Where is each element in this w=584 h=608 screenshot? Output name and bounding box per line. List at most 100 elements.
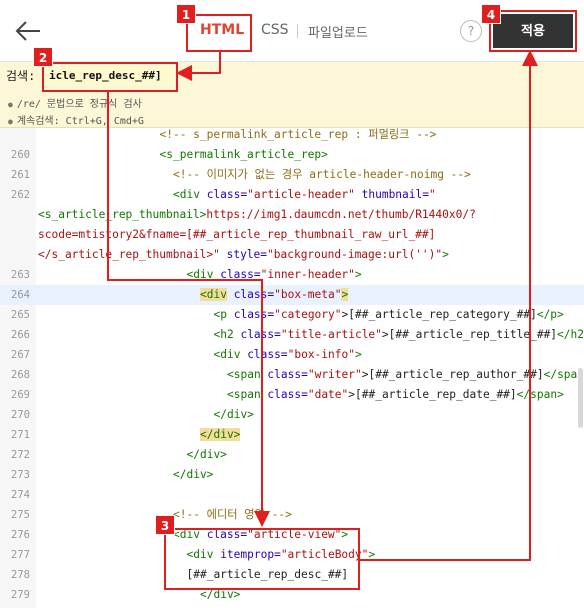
code-text: scode=mtistory2&fname=[##_article_rep_th… (38, 225, 435, 245)
code-token: "date" (307, 388, 349, 401)
code-token: </div> (186, 448, 227, 461)
code-token: scode=mtistory2&fname=[##_article_rep_th… (38, 228, 436, 241)
code-line[interactable]: scode=mtistory2&fname=[##_article_rep_th… (0, 225, 584, 245)
code-text: </div> (173, 465, 213, 485)
code-line[interactable]: </s_article_rep_thumbnail>" style="backg… (0, 245, 584, 265)
line-number: 263 (11, 269, 30, 281)
code-token: > (354, 268, 362, 281)
code-token: <h2 (213, 328, 241, 341)
code-token: <!-- 에디터 영역 --> (173, 508, 292, 521)
code-line[interactable]: <!-- s_permalink_article_rep : 퍼멀링크 --> (0, 128, 584, 145)
search-label: 검색: (6, 69, 36, 83)
line-number: 275 (11, 509, 30, 521)
line-number: 269 (11, 389, 30, 401)
code-token: >[##_article_rep_category_##] (341, 308, 537, 321)
hint-regex: ●/re/ 문법으로 정규식 검사 (8, 95, 142, 110)
step-badge-1: 1 (176, 4, 196, 24)
line-number: 272 (11, 449, 30, 461)
code-line[interactable]: 262 <div class="article-header" thumbnail… (0, 185, 584, 205)
help-icon[interactable]: ? (460, 20, 482, 42)
code-line[interactable]: 265 <p class="category">[##_article_rep_c… (0, 305, 584, 325)
code-line[interactable]: 273 </div> (0, 465, 584, 485)
code-token: > (368, 548, 376, 561)
code-text: <div class="box-info"> (214, 345, 362, 365)
scrollbar[interactable] (578, 368, 583, 428)
code-line[interactable]: 268 <span class="writer">[##_article_rep_… (0, 365, 584, 385)
hint-next-text: 계속검색: Ctrl+G, Cmd+G (16, 116, 144, 127)
code-line[interactable]: 272 </div> (0, 445, 584, 465)
code-token: <div (173, 188, 207, 201)
code-line[interactable]: 274 (0, 485, 584, 505)
code-line[interactable]: 271 </div> (0, 425, 584, 445)
code-token: class= (267, 388, 308, 401)
code-token: https://img1.daumcdn.net/thumb/R1440x0/? (206, 208, 476, 221)
code-token: "inner-header" (260, 268, 355, 281)
line-number: 265 (11, 309, 30, 321)
code-token: class= (240, 328, 281, 341)
code-token: <p (213, 308, 234, 321)
code-token: class= (226, 288, 275, 301)
code-token: </div> (173, 468, 214, 481)
code-token: "title-article" (280, 328, 382, 341)
code-token: <s_permalink_article_rep> (159, 148, 328, 161)
code-text: <p class="category">[##_article_rep_cate… (214, 305, 564, 325)
code-text: </s_article_rep_thumbnail>" style="backg… (38, 245, 449, 265)
code-token: "box-info" (287, 348, 355, 361)
tab-divider (297, 24, 298, 38)
tab-css[interactable]: CSS (261, 22, 289, 38)
code-text: <span class="writer">[##_article_rep_aut… (227, 365, 584, 385)
code-token: >[##_article_rep_author_##] (361, 368, 544, 381)
line-number: 262 (11, 189, 30, 201)
code-line[interactable]: 267 <div class="box-info"> (0, 345, 584, 365)
code-line[interactable]: 275 <!-- 에디터 영역 --> (0, 505, 584, 525)
line-number: 267 (11, 349, 30, 361)
code-token: </span> (516, 388, 564, 401)
code-token: </s_article_rep_thumbnail>" (38, 248, 220, 261)
code-line[interactable]: 263 <div class="inner-header"> (0, 265, 584, 285)
code-text: <div class="inner-header"> (187, 265, 362, 285)
code-token: <span (227, 388, 268, 401)
hint-next: ● 계속검색: Ctrl+G, Cmd+G (8, 112, 144, 127)
code-token: > (442, 248, 449, 261)
code-line[interactable]: 270 </div> (0, 405, 584, 425)
hint-regex-text: /re/ 문법으로 정규식 검사 (16, 99, 142, 110)
code-text: <div class="article-header" thumbnail=" (173, 185, 436, 205)
line-number: 266 (11, 329, 30, 341)
code-line[interactable]: 264 <div class="box-meta"> (0, 285, 584, 305)
back-arrow-icon[interactable] (14, 18, 42, 44)
code-token: thumbnail= (354, 188, 429, 201)
code-token: </p> (536, 308, 564, 321)
code-token: class= (267, 368, 308, 381)
code-text: <s_permalink_article_rep> (160, 145, 328, 165)
line-number: 271 (11, 429, 30, 441)
line-number: 270 (11, 409, 30, 421)
code-token: >[##_article_rep_title_##] (381, 328, 558, 341)
step-badge-2: 2 (33, 47, 53, 67)
line-number: 279 (11, 589, 30, 601)
code-token: class= (233, 308, 275, 321)
code-token: </div> (213, 408, 254, 421)
code-token: "article-header" (247, 188, 355, 201)
code-token: <div (186, 268, 221, 281)
tab-file-upload[interactable]: 파일업로드 (308, 22, 368, 41)
code-line[interactable]: <s_article_rep_thumbnail>https://img1.da… (0, 205, 584, 225)
code-text: <div class="box-meta"> (200, 285, 349, 305)
code-line[interactable]: 269 <span class="date">[##_article_rep_da… (0, 385, 584, 405)
code-line[interactable]: 260 <s_permalink_article_rep> (0, 145, 584, 165)
line-number: 260 (11, 149, 30, 161)
code-text: <span class="date">[##_article_rep_date_… (227, 385, 564, 405)
code-token: >[##_article_rep_date_##] (348, 388, 517, 401)
highlight-article-body (164, 528, 360, 590)
line-number: 268 (11, 369, 30, 381)
code-token: <div (200, 288, 227, 301)
code-line[interactable]: 266 <h2 class="title-article">[##_article… (0, 325, 584, 345)
code-line[interactable]: 261 <!-- 이미지가 없는 경우 article-header-noimg … (0, 165, 584, 185)
step-badge-4: 4 (481, 4, 501, 24)
code-token: </h2> (557, 328, 584, 341)
code-token: <!-- s_permalink_article_rep : 퍼멀링크 --> (159, 128, 437, 141)
highlight-search-input (42, 62, 178, 92)
code-token: "background-image:url('')" (267, 248, 443, 261)
code-token: <span (227, 368, 268, 381)
code-token: "writer" (307, 368, 362, 381)
code-token: <!-- 이미지가 없는 경우 article-header-noimg --> (173, 168, 471, 181)
